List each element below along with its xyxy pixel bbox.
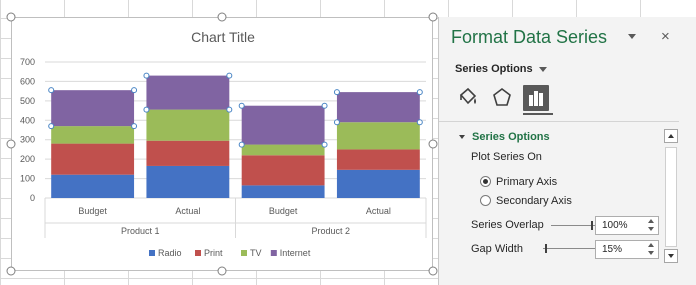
close-icon[interactable]: × [661,28,670,45]
chart-resize-handle[interactable] [6,12,16,22]
series-options-section-header[interactable]: Series Options [459,131,550,143]
secondary-axis-label[interactable]: Secondary Axis [496,195,572,207]
chart-resize-handle[interactable] [428,266,438,276]
active-tab-indicator [523,113,553,115]
gap-width-value: 15% [602,244,623,255]
chart-selection-handles[interactable] [0,0,440,285]
secondary-axis-radio[interactable] [480,195,491,206]
series-overlap-slider-thumb[interactable] [591,221,593,230]
scroll-down-button[interactable] [664,249,678,263]
series-options-icon[interactable] [523,85,549,111]
series-options-dropdown-label: Series Options [455,63,533,75]
chart-resize-handle[interactable] [6,266,16,276]
plot-series-on-label: Plot Series On [471,151,542,163]
format-pane: Format Data Series × Series Options Seri… [438,17,696,285]
chart-resize-handle[interactable] [217,12,227,22]
series-overlap-spinner[interactable]: 100% [595,216,659,235]
gap-width-slider-thumb[interactable] [545,244,547,253]
gap-width-label: Gap Width [471,243,523,255]
series-overlap-value: 100% [602,220,628,231]
series-overlap-slider[interactable] [551,225,595,226]
scroll-up-button[interactable] [664,129,678,143]
effects-icon[interactable] [489,85,515,111]
spinner-arrows-icon[interactable] [647,219,655,232]
series-overlap-label: Series Overlap [471,219,544,231]
chart-resize-handle[interactable] [428,139,438,149]
primary-axis-label[interactable]: Primary Axis [496,176,557,188]
collapse-triangle-icon [459,135,465,140]
gap-width-spinner[interactable]: 15% [595,240,659,259]
pane-menu-dropdown-icon[interactable] [628,34,636,39]
spinner-arrows-icon[interactable] [647,243,655,256]
chart-resize-handle[interactable] [6,139,16,149]
excel-window: Chart Title 0 100 200 300 400 500 600 700 Budget A… [0,0,696,285]
pane-scrollbar[interactable] [664,129,678,263]
pane-divider [439,121,679,122]
fill-line-icon[interactable] [455,85,481,111]
scroll-thumb[interactable] [665,147,677,247]
series-options-section-label: Series Options [472,131,550,143]
series-options-dropdown[interactable]: Series Options [455,63,547,75]
chart-resize-handle[interactable] [428,12,438,22]
pane-title: Format Data Series [451,27,608,47]
gap-width-slider[interactable] [543,248,595,249]
chevron-down-icon [538,66,547,72]
chart-resize-handle[interactable] [217,266,227,276]
primary-axis-radio[interactable] [480,176,491,187]
